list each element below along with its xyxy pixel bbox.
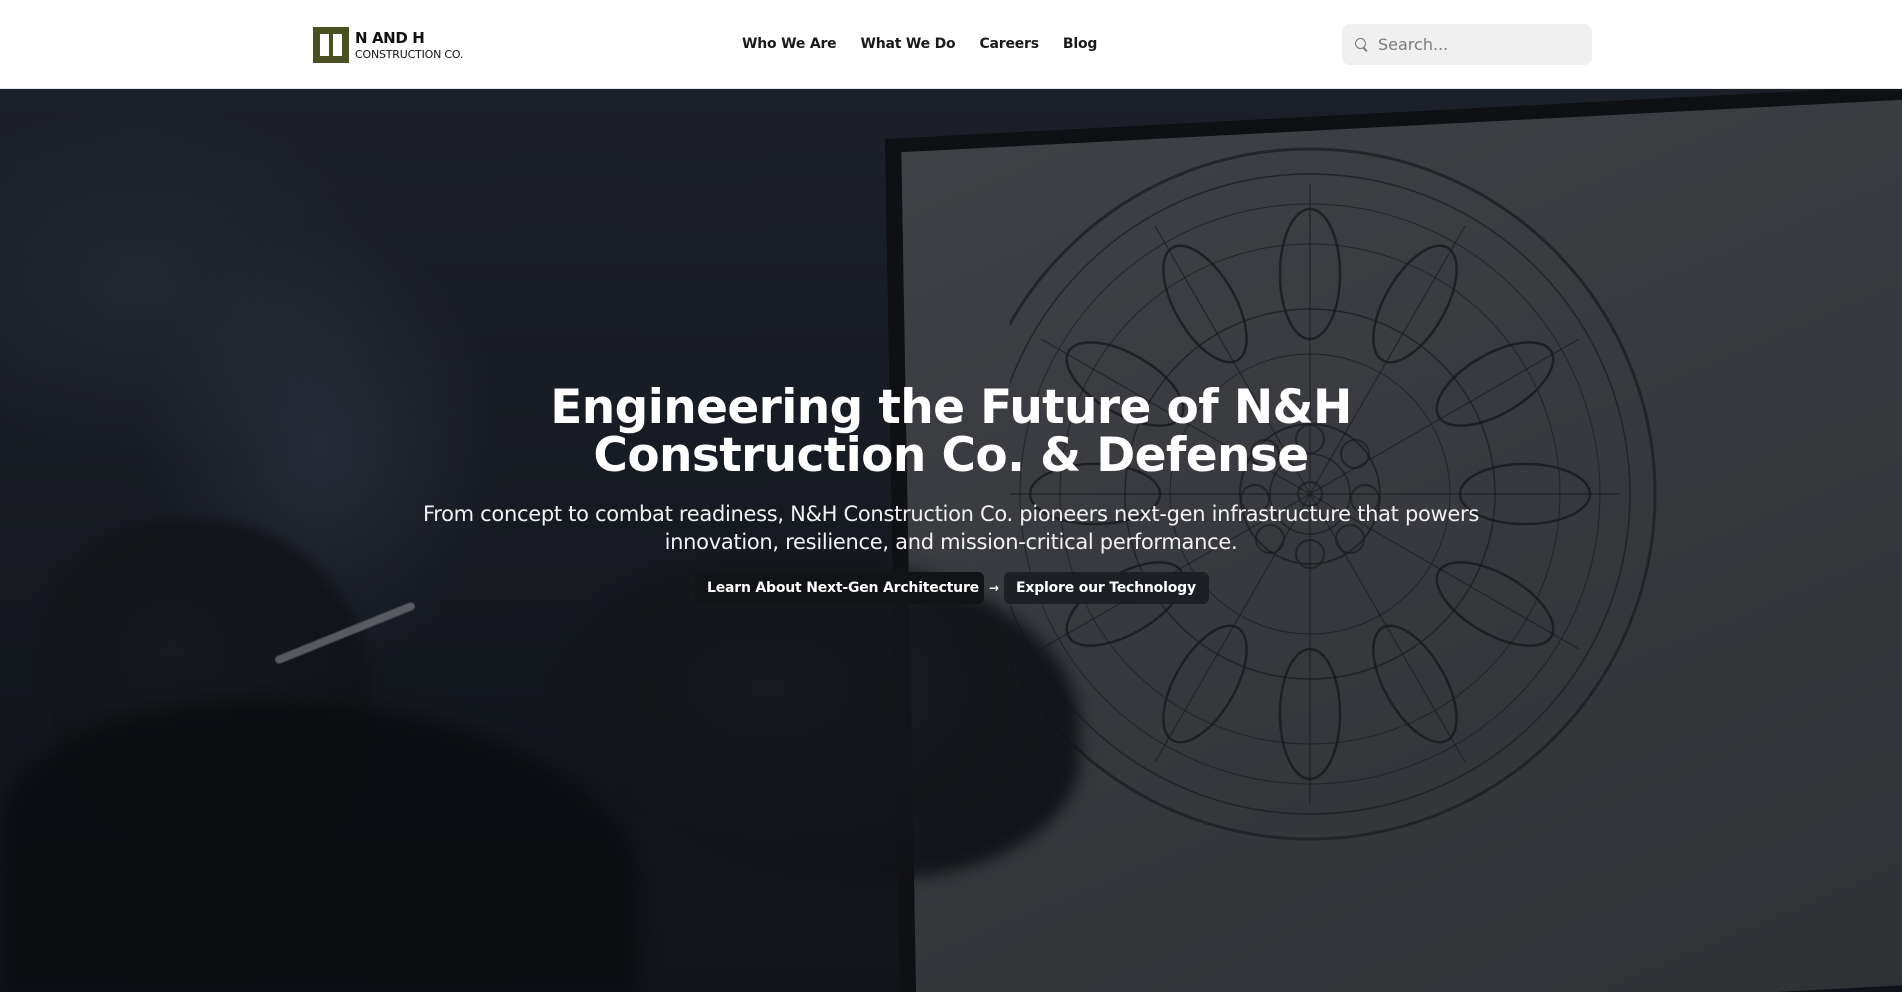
nav-blog[interactable]: Blog <box>1063 36 1098 52</box>
hero-title: Engineering the Future of N&H Constructi… <box>550 380 1352 483</box>
logo-name: N AND H <box>355 28 425 47</box>
logo-mark-icon <box>313 27 349 63</box>
explore-technology-button[interactable]: Explore our Technology <box>1004 572 1209 604</box>
hero-cta-row: Learn About Next-Gen Architecture → Expl… <box>0 572 1902 604</box>
logo-text: N AND H CONSTRUCTION CO. <box>355 28 464 61</box>
arrow-right-icon: → <box>988 581 999 595</box>
nav-who-we-are[interactable]: Who We Are <box>742 36 837 52</box>
logo-subname: CONSTRUCTION CO. <box>355 47 464 61</box>
main-nav: Who We Are What We Do Careers Blog <box>742 34 1097 54</box>
nav-careers[interactable]: Careers <box>979 36 1039 52</box>
secondary-cta-label: Explore our Technology <box>1016 580 1196 596</box>
learn-next-gen-architecture-button[interactable]: Learn About Next-Gen Architecture → <box>695 572 999 604</box>
search-icon <box>1355 37 1369 52</box>
hero-subtitle: From concept to combat readiness, N&H Co… <box>422 502 1480 554</box>
site-header: N AND H CONSTRUCTION CO. Who We Are What… <box>0 0 1902 89</box>
nav-what-we-do[interactable]: What We Do <box>860 36 955 52</box>
hero-content: Engineering the Future of N&H Constructi… <box>0 89 1902 992</box>
primary-cta-label: Learn About Next-Gen Architecture <box>707 580 979 596</box>
search-box[interactable] <box>1342 24 1592 65</box>
hero-section: Engineering the Future of N&H Constructi… <box>0 89 1902 992</box>
search-input[interactable] <box>1378 35 1578 54</box>
logo[interactable]: N AND H CONSTRUCTION CO. <box>313 27 463 63</box>
